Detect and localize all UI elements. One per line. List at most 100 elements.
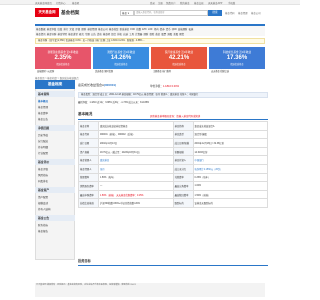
nav-item[interactable]: 期货	[179, 33, 184, 36]
sidebar-item[interactable]: 基本概况	[38, 99, 48, 103]
nav-item[interactable]: ETF	[142, 28, 147, 31]
nav-item[interactable]: LOF	[148, 28, 153, 31]
nav-item[interactable]: 股票	[161, 33, 166, 36]
sidebar-item[interactable]: 持有人结构	[38, 207, 51, 211]
nav-item[interactable]: 高端理财	[178, 28, 188, 31]
table-row: 基金管理人 嘉实基金 基金托管人 中国银行	[78, 155, 269, 165]
nav-item[interactable]: 定投	[69, 28, 74, 31]
nav-item[interactable]: 基金净值	[47, 28, 57, 31]
nav-item[interactable]: 港股	[167, 33, 172, 36]
nav-item[interactable]: 自选	[123, 33, 128, 36]
site-logo[interactable]: 天天基金网	[35, 8, 59, 17]
nav-item[interactable]: 基金吧	[103, 33, 110, 36]
banner-caption[interactable]: 天天基金 稳健之选	[211, 69, 229, 73]
table-value[interactable]: 每份累计2.1560元（26次）	[192, 163, 269, 174]
nav-item[interactable]: 工具	[129, 33, 134, 36]
promo-banner[interactable]: 消费行业基金 近1年收益 14.26% 精选优质基金	[93, 47, 149, 69]
nav-item[interactable]: 美股	[173, 33, 178, 36]
search-button[interactable]: 搜索	[208, 10, 222, 16]
sidebar-section[interactable]: 基金评价	[35, 159, 75, 165]
nav-item[interactable]: 私募	[189, 28, 194, 31]
top-link-forum[interactable]: 基金吧	[72, 1, 79, 5]
nav-item[interactable]: 评级	[75, 28, 80, 31]
top-link-mobile[interactable]: 手机版	[228, 1, 235, 5]
footer: 天天基金网 版权所有 · 风险提示：基金投资有风险，过往业绩不代表未来表现，投资…	[35, 283, 265, 297]
nav-item[interactable]: 理财	[143, 33, 148, 36]
nav-item[interactable]: 理财	[81, 28, 86, 31]
header-link-company[interactable]: 基金公司	[251, 11, 261, 15]
nav-item[interactable]: 排行	[63, 28, 68, 31]
top-link-home[interactable]: 天天基金网首页	[35, 1, 52, 5]
nav-item[interactable]: 排名	[117, 33, 122, 36]
nav-item[interactable]: 计算器	[135, 33, 142, 36]
sidebar-item[interactable]: 行业配置	[38, 151, 48, 155]
top-link-trade[interactable]: 基金交易	[194, 1, 204, 5]
nav-item[interactable]: 公告	[91, 33, 96, 36]
sidebar-item[interactable]: 历史净值	[38, 133, 48, 137]
top-link-my-funds[interactable]: 我的基金	[180, 1, 190, 5]
sidebar-section[interactable]: 基金公告	[35, 215, 75, 221]
top-link-market[interactable]: 行情中心	[56, 1, 66, 5]
fund-name: 嘉实成长收益混合A	[78, 83, 105, 87]
sidebar-item[interactable]: 同类排名	[38, 179, 48, 183]
nav-item[interactable]: 估值	[58, 28, 63, 31]
overview-search-note[interactable]: 其他基金基本概况查询：请输入基金代码或简拼	[150, 114, 200, 118]
nav-item[interactable]: 场内	[154, 28, 159, 31]
sidebar-item[interactable]: 风险指标	[38, 173, 48, 177]
nav-item[interactable]: 保险	[149, 33, 154, 36]
banner-caption[interactable]: 高端理财 1元起购	[37, 69, 54, 73]
promo-banner[interactable]: 新能源主题基金 近1年收益 2.35% 精选优质基金	[35, 47, 91, 69]
nav-item[interactable]: 指数	[136, 28, 141, 31]
sidebar-item[interactable]: 规模变动	[38, 201, 48, 205]
nav-item[interactable]: 基金档案	[109, 28, 119, 31]
nav-item[interactable]: 专题	[85, 33, 90, 36]
nav-item[interactable]: 新发基金	[120, 28, 130, 31]
sidebar-item[interactable]: 资产配置	[38, 195, 48, 199]
sidebar-item[interactable]: 基金经理	[38, 105, 48, 109]
nav-item[interactable]: 黄金	[155, 33, 160, 36]
nav-item[interactable]: 基金导购	[47, 33, 57, 36]
nav-item[interactable]: 基金数据	[36, 28, 46, 31]
nav-item[interactable]: FOF	[130, 28, 135, 31]
nav-item[interactable]: 基金讲堂	[68, 33, 78, 36]
nav-item[interactable]: 货币	[166, 28, 171, 31]
banner-caption[interactable]: 优选基金 限时优惠	[95, 69, 113, 73]
sidebar-item[interactable]: 基金报告	[38, 229, 48, 233]
nav-item[interactable]: 活动	[97, 33, 102, 36]
nav-item[interactable]: 研究	[79, 33, 84, 36]
sidebar-section[interactable]: 基本资料	[35, 91, 75, 97]
sidebar-section[interactable]: 净值回报	[35, 125, 75, 131]
market-ticker[interactable]: 基金导购 · [金牛奖] 2,350 | 优选基金 0.0% · 近一月收益 |…	[35, 38, 265, 44]
nav-item[interactable]: 基金经理	[87, 28, 97, 31]
table-row: 基金代码 000001（前端）、000002（后端） 基金类型 混合型-偏股	[78, 129, 269, 140]
nav-item[interactable]: QDII	[172, 28, 177, 31]
table-value[interactable]: 嘉实基金	[97, 155, 174, 165]
sidebar-item[interactable]: 分红配送	[38, 139, 48, 143]
sidebar-item[interactable]: 财务指标	[38, 223, 48, 227]
header-link-code[interactable]: 基金代码	[225, 11, 235, 15]
nav-item[interactable]: 基金资讯	[36, 33, 46, 36]
nav-value: 1.1810	[162, 85, 171, 88]
search-type-select[interactable]: 基金 ▾	[120, 10, 134, 16]
sidebar-item[interactable]: 持仓明细	[38, 145, 48, 149]
table-value[interactable]: 中国银行	[192, 155, 269, 165]
top-link-open-account[interactable]: 免费开户	[166, 1, 176, 5]
sidebar-item[interactable]: 基金公告	[38, 117, 48, 121]
promo-banner[interactable]: 医疗健康基金 近1年收益 42.21% 精选优质基金	[151, 47, 207, 69]
nav-item[interactable]: 基金公司	[98, 28, 108, 31]
banner-caption[interactable]: 主题基金 热门推荐	[153, 69, 171, 73]
header-link-manager[interactable]: 基金经理	[238, 11, 248, 15]
sidebar-item[interactable]: 基金费率	[38, 111, 48, 115]
top-link-app[interactable]: 天天基金APP	[208, 1, 222, 5]
top-link-login[interactable]: 登录	[150, 1, 155, 5]
nav-item[interactable]: 组合	[111, 33, 116, 36]
sidebar-item[interactable]: 基金评级	[38, 167, 48, 171]
top-link-register[interactable]: 注册	[158, 1, 163, 5]
nav-item[interactable]: 基金学院	[58, 33, 68, 36]
nav-row-data: 基金数据基金净值估值排行定投评级理财基金经理基金公司基金档案新发基金FOF指数E…	[36, 27, 195, 31]
search-input[interactable]: 请输入基金代码、名称或简拼	[134, 10, 208, 16]
nav-item[interactable]: 债券	[160, 28, 165, 31]
promo-banner[interactable]: 科技成长基金 近1年收益 17.36% 精选优质基金	[209, 47, 265, 69]
sidebar-section[interactable]: 基金资产	[35, 187, 75, 193]
table-value[interactable]: 张丹	[97, 163, 174, 174]
